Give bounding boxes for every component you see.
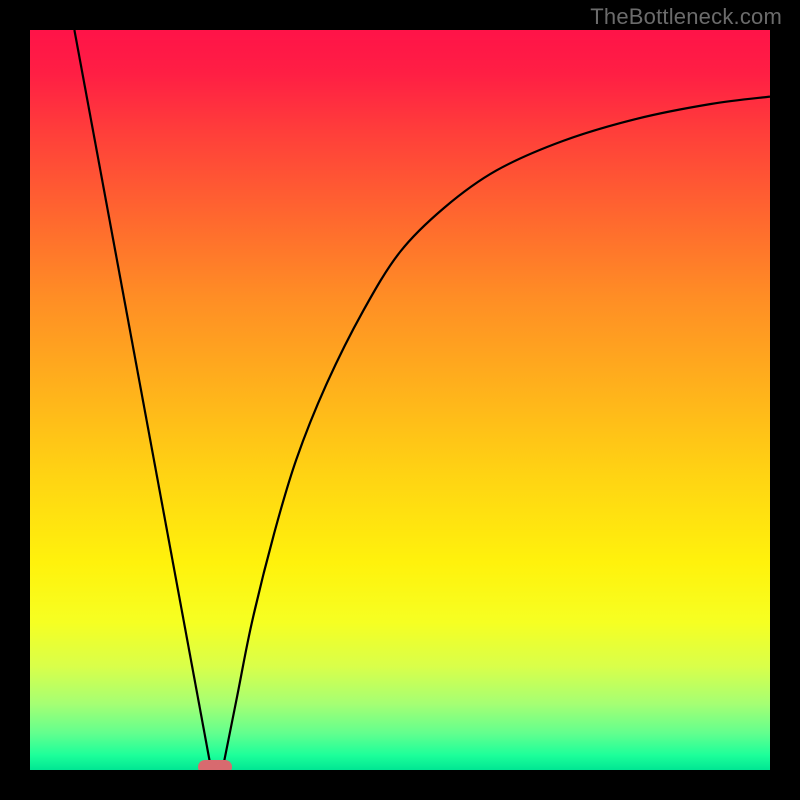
right-curve [222, 97, 770, 770]
plot-area [30, 30, 770, 770]
curve-layer [30, 30, 770, 770]
watermark-text: TheBottleneck.com [590, 4, 782, 30]
min-marker [198, 760, 232, 770]
chart-frame: TheBottleneck.com [0, 0, 800, 800]
left-segment [74, 30, 211, 770]
